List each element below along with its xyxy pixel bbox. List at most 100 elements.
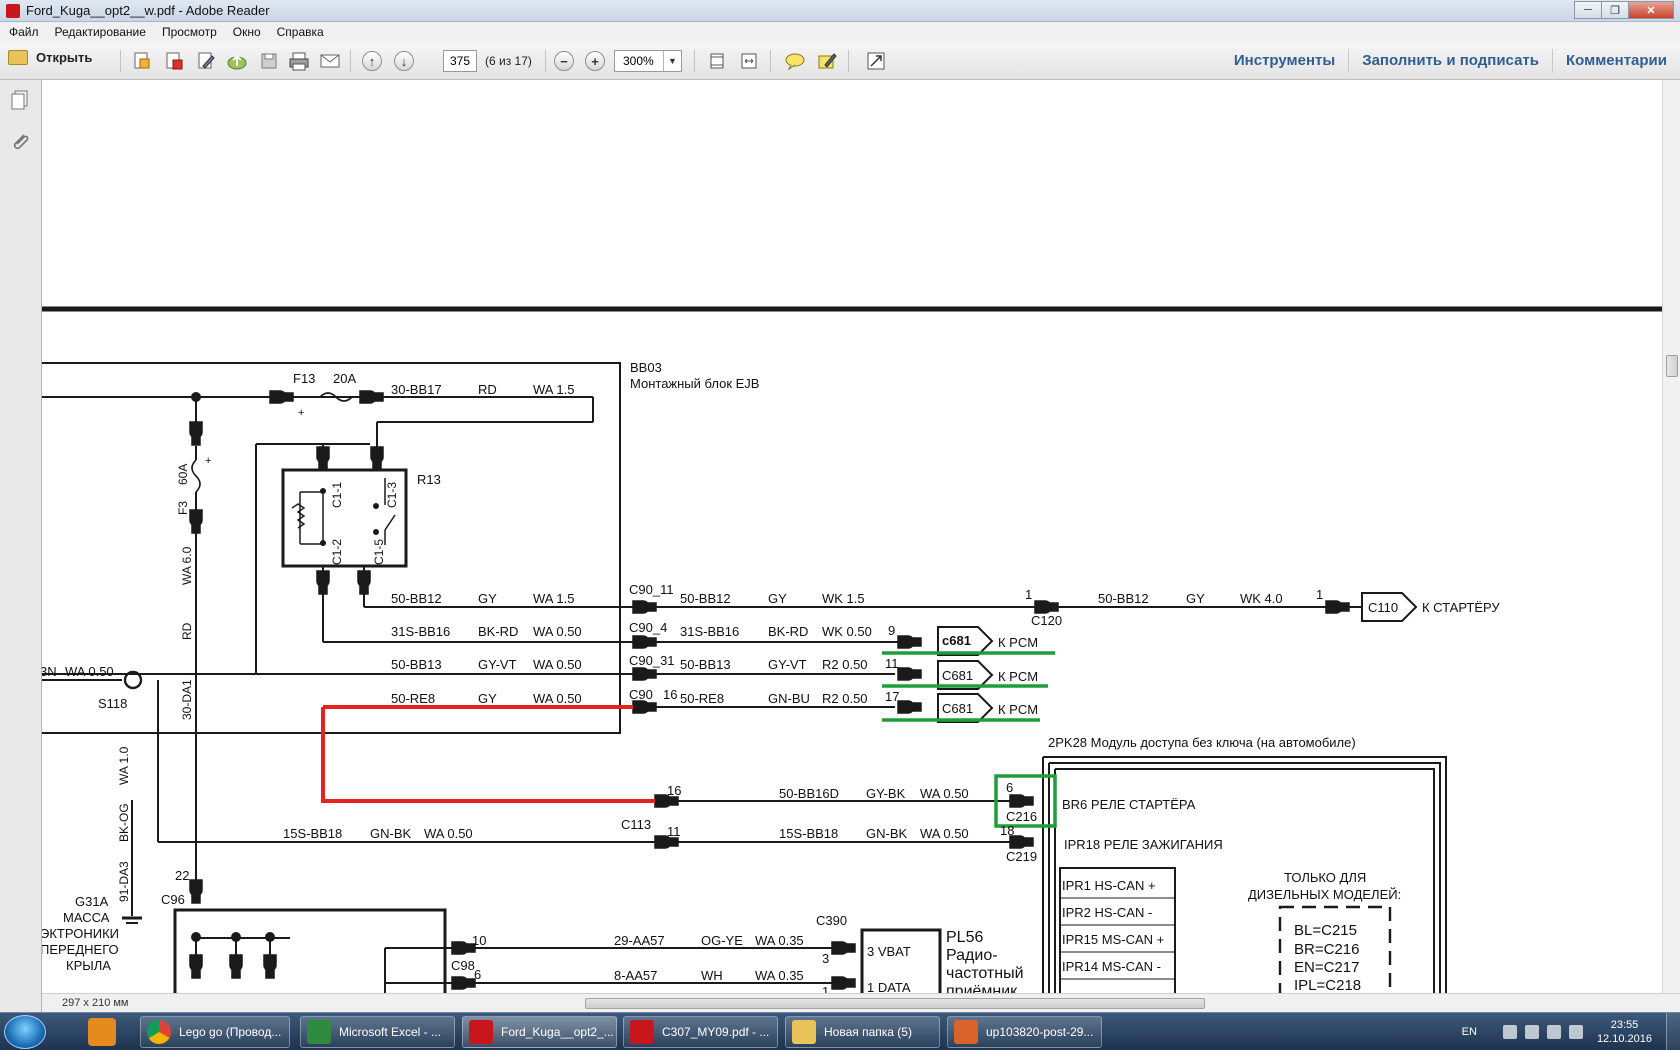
pdf-icon	[630, 1020, 654, 1044]
combine-files-icon[interactable]	[163, 51, 185, 71]
save-icon[interactable]	[258, 51, 280, 71]
language-indicator[interactable]: EN	[1462, 1026, 1477, 1038]
bb16d-color: GY-BK	[866, 786, 906, 801]
email-icon[interactable]	[319, 51, 341, 71]
plus-sign: +	[298, 407, 304, 419]
full-screen-icon[interactable]	[865, 51, 887, 71]
wire-vertical-code: 30-DA1	[180, 679, 194, 720]
clock[interactable]: 23:55 12.10.2016	[1597, 1018, 1652, 1046]
network-icon[interactable]	[1524, 1025, 1539, 1039]
show-desktop-button[interactable]	[1666, 1013, 1680, 1050]
taskbar-item-label: up103820-post-29...	[986, 1025, 1094, 1039]
minus-icon: −	[554, 51, 574, 71]
c216-pin: 6	[1006, 780, 1013, 795]
print-icon[interactable]	[288, 51, 310, 71]
c113-label: C113	[621, 817, 651, 832]
scroll-thumb[interactable]	[1666, 355, 1678, 377]
taskbar-item-label: Lego go (Провод...	[179, 1025, 282, 1039]
row-wire-spec: WK 1.5	[822, 591, 865, 606]
close-button[interactable]: ✕	[1628, 1, 1674, 19]
open-button[interactable]: Открыть	[8, 50, 92, 65]
ground-name: G31A	[75, 894, 109, 909]
attachments-icon[interactable]	[8, 130, 32, 154]
tools-panel-button[interactable]: Инструменты	[1221, 49, 1348, 73]
create-pdf-icon[interactable]	[131, 51, 153, 71]
tray-arrow-icon[interactable]	[1502, 1025, 1517, 1039]
taskbar: Lego go (Провод... Microsoft Excel - ...…	[0, 1012, 1680, 1050]
row-pin: 17	[885, 689, 899, 704]
maximize-button[interactable]: ❐	[1601, 1, 1629, 19]
bb16d-spec: WA 0.50	[920, 786, 969, 801]
c120-wire-color: GY	[1186, 591, 1205, 606]
menu-file[interactable]: Файл	[0, 25, 46, 39]
row-connector: C90_11	[629, 582, 674, 597]
wire-left-vertical-color: BK-OG	[117, 803, 131, 842]
edit-pdf-icon[interactable]	[195, 51, 217, 71]
minimize-button[interactable]: ─	[1574, 1, 1602, 19]
taskbar-item[interactable]: up103820-post-29...	[947, 1016, 1102, 1048]
c96-pin: 22	[175, 868, 189, 883]
row-connector-pin: 16	[663, 687, 677, 702]
row-wire-code: 50-RE8	[680, 691, 724, 706]
excel-icon	[307, 1020, 331, 1044]
ground-desc: МАССА	[63, 910, 110, 925]
comments-panel-button[interactable]: Комментарии	[1551, 49, 1680, 73]
comment-icon[interactable]	[784, 51, 806, 71]
zoom-in-button[interactable]: +	[584, 51, 606, 71]
zoom-select[interactable]: 300% ▼	[614, 50, 682, 72]
relay-r13-label: R13	[417, 472, 441, 487]
volume-icon[interactable]	[1546, 1025, 1561, 1039]
clock-date: 12.10.2016	[1596, 1033, 1652, 1045]
taskbar-item[interactable]: Microsoft Excel - ...	[300, 1016, 455, 1048]
cloud-upload-icon[interactable]	[226, 51, 248, 71]
menu-help[interactable]: Справка	[268, 25, 331, 39]
c219-label: C219	[1006, 849, 1037, 864]
row-wire-color: GY	[478, 591, 497, 606]
relay-pin-label: C1-3	[385, 482, 399, 508]
horizontal-scroll-thumb[interactable]	[585, 998, 1205, 1009]
menu-window[interactable]: Окно	[224, 25, 268, 39]
taskbar-item[interactable]: Ford_Kuga__opt2_...	[462, 1016, 617, 1048]
taskbar-item-label: C307_MY09.pdf - ...	[662, 1025, 770, 1039]
left-wire-spec: WA 0.50	[65, 664, 114, 679]
c98-label: C98	[451, 958, 475, 973]
start-button[interactable]	[4, 1015, 46, 1049]
row-connector: C90	[629, 687, 653, 702]
bb18-code: 15S-BB18	[779, 826, 838, 841]
previous-page-button[interactable]: ↑	[361, 51, 383, 71]
flag-icon[interactable]	[1568, 1025, 1583, 1039]
row-wire-spec: WA 0.50	[533, 657, 582, 672]
menu-bar: Файл Редактирование Просмотр Окно Справк…	[0, 22, 1680, 42]
page-thumbnails-icon[interactable]	[8, 88, 32, 112]
ground-desc: КРЫЛА	[66, 958, 111, 973]
row-wire-color: GY-VT	[478, 657, 517, 672]
left-wire-suffix: 3N	[42, 664, 57, 679]
menu-edit[interactable]: Редактирование	[46, 25, 153, 39]
diesel-item: IPL=C218	[1294, 977, 1361, 994]
menu-view[interactable]: Просмотр	[153, 25, 224, 39]
diesel-item: BL=C215	[1294, 922, 1357, 939]
chevron-down-icon[interactable]: ▼	[663, 51, 681, 71]
diesel-item: EN=C217	[1294, 959, 1359, 976]
fit-width-icon[interactable]	[738, 51, 760, 71]
taskbar-item[interactable]: C307_MY09.pdf - ...	[623, 1016, 778, 1048]
toolbar-separator	[848, 50, 849, 72]
document-view[interactable]: BB03 Монтажный блок EJB F13 20A 30-BB17 …	[42, 80, 1662, 1000]
taskbar-item-label: Ford_Kuga__opt2_...	[501, 1025, 614, 1039]
folder-icon	[792, 1020, 816, 1044]
pl56-pin-label: 3 VBAT	[867, 944, 911, 959]
arrow-up-icon: ↑	[362, 51, 382, 71]
fit-page-icon[interactable]	[706, 51, 728, 71]
zoom-out-button[interactable]: −	[553, 51, 575, 71]
highlight-icon[interactable]	[816, 51, 838, 71]
taskbar-item[interactable]: Lego go (Провод...	[140, 1016, 290, 1048]
next-page-button[interactable]: ↓	[393, 51, 415, 71]
wire-left-vertical-code: 91-DA3	[117, 861, 131, 902]
pl56-name: PL56	[946, 929, 983, 946]
vertical-scrollbar[interactable]	[1662, 80, 1680, 1000]
taskbar-item[interactable]: Новая папка (5)	[785, 1016, 940, 1048]
folder-icon	[8, 50, 28, 65]
page-number-input[interactable]: 375	[443, 50, 477, 72]
media-player-icon[interactable]	[88, 1018, 116, 1046]
fill-sign-panel-button[interactable]: Заполнить и подписать	[1348, 49, 1552, 73]
